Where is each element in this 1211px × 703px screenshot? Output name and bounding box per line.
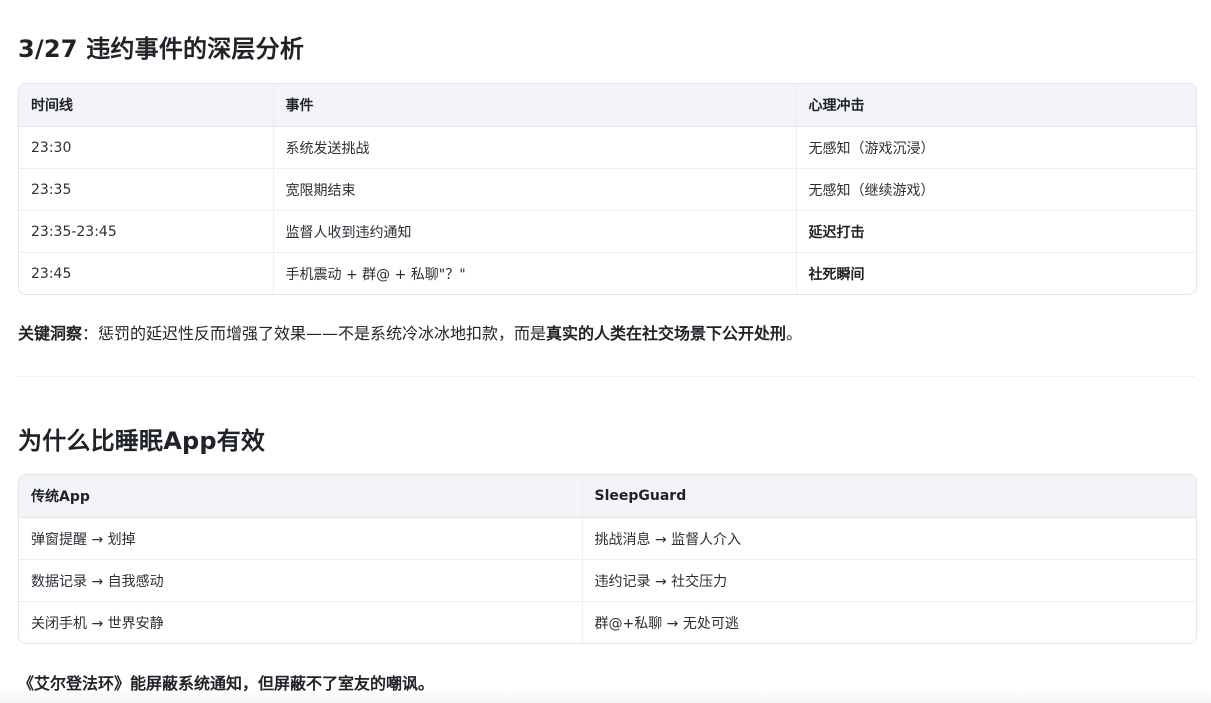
table-cell-sleepguard: 违约记录 → 社交压力 <box>581 559 1196 602</box>
table-cell-event: 监督人收到违约通知 <box>272 210 796 253</box>
column-header-timeline: 时间线 <box>19 84 273 127</box>
table-cell-time: 23:45 <box>19 252 273 294</box>
insight-label: 关键洞察 <box>18 324 83 343</box>
table-cell-sleepguard: 挑战消息 → 监督人介入 <box>581 517 1196 560</box>
section-title-why-effective: 为什么比睡眠App有效 <box>18 427 266 455</box>
table-row: 数据记录 → 自我感动 违约记录 → 社交压力 <box>19 559 1196 602</box>
comparison-table: 传统App SleepGuard 弹窗提醒 → 划掉 挑战消息 → 监督人介入 … <box>18 474 1197 644</box>
table-cell-impact: 无感知（继续游戏） <box>795 168 1196 211</box>
table-row: 23:35 宽限期结束 无感知（继续游戏） <box>19 168 1196 211</box>
table-cell-event: 系统发送挑战 <box>272 126 796 169</box>
table-header-row: 时间线 事件 心理冲击 <box>19 84 1196 127</box>
column-header-sleepguard: SleepGuard <box>581 475 1196 518</box>
table-cell-event: 宽限期结束 <box>272 168 796 211</box>
table-row: 23:35-23:45 监督人收到违约通知 延迟打击 <box>19 210 1196 253</box>
table-cell-impact: 无感知（游戏沉浸） <box>795 126 1196 169</box>
table-cell-sleepguard: 群@+私聊 → 无处可逃 <box>581 601 1196 643</box>
insight-text: 惩罚的延迟性反而增强了效果——不是系统冷冰冰地扣款，而是 <box>98 324 547 343</box>
table-cell-time: 23:35-23:45 <box>19 210 273 253</box>
column-header-impact: 心理冲击 <box>795 84 1196 127</box>
insight-separator: ： <box>82 324 99 343</box>
table-cell-time: 23:30 <box>31 139 72 156</box>
table-row: 关闭手机 → 世界安静 群@+私聊 → 无处可逃 <box>19 601 1196 643</box>
table-cell-impact: 延迟打击 <box>795 210 1196 253</box>
table-header-row: 传统App SleepGuard <box>19 475 1196 518</box>
table-cell-traditional: 数据记录 → 自我感动 <box>19 559 582 602</box>
table-row: 弹窗提醒 → 划掉 挑战消息 → 监督人介入 <box>19 517 1196 560</box>
table-cell-traditional: 弹窗提醒 → 划掉 <box>31 531 136 548</box>
section-title-violation-analysis: 3/27 违约事件的深层分析 <box>18 35 305 63</box>
timeline-table: 时间线 事件 心理冲击 23:30 系统发送挑战 无感知（游戏沉浸） 23:35… <box>18 83 1197 295</box>
column-header-event: 事件 <box>272 84 796 127</box>
key-insight-paragraph: 关键洞察：惩罚的延迟性反而增强了效果——不是系统冷冰冰地扣款，而是真实的人类在社… <box>18 320 802 344</box>
table-cell-time: 23:35 <box>19 168 273 211</box>
table-cell-impact: 社死瞬间 <box>795 252 1196 294</box>
insight-emphasis: 真实的人类在社交场景下公开处刑 <box>546 324 787 343</box>
table-cell-event: 手机震动 + 群@ + 私聊"？" <box>272 252 796 294</box>
table-row: 23:45 手机震动 + 群@ + 私聊"？" 社死瞬间 <box>19 252 1196 294</box>
section-divider <box>18 376 1195 377</box>
table-row: 23:30 系统发送挑战 无感知（游戏沉浸） <box>19 126 1196 169</box>
insight-end: 。 <box>786 324 803 343</box>
column-header-traditional-app: 传统App <box>19 475 582 518</box>
table-cell-traditional: 关闭手机 → 世界安静 <box>19 601 582 643</box>
bottom-scroll-fade <box>0 689 1211 703</box>
